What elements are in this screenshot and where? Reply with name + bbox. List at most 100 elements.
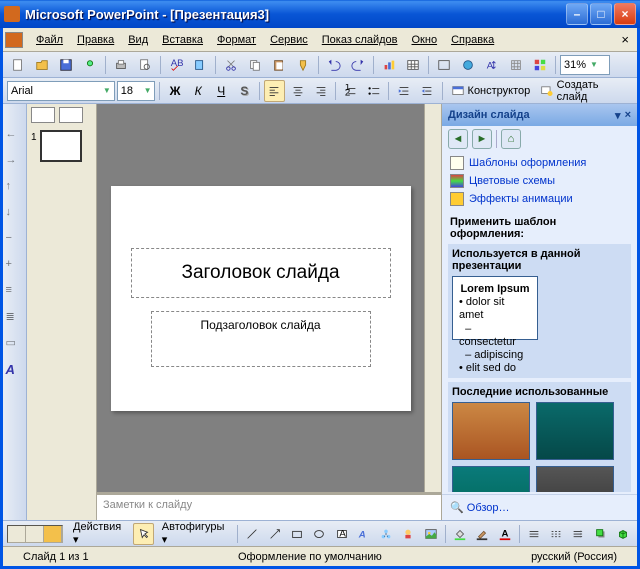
menu-slideshow[interactable]: Показ слайдов	[315, 32, 405, 48]
close-button[interactable]: ×	[614, 3, 636, 25]
promote-icon[interactable]: ←	[6, 128, 24, 146]
print-icon[interactable]	[110, 54, 132, 76]
shadow-button[interactable]: S	[234, 80, 255, 102]
line-color-icon[interactable]	[472, 523, 492, 545]
normal-view-button[interactable]	[8, 526, 26, 542]
tables-borders-icon[interactable]	[433, 54, 455, 76]
bullet-list-button[interactable]	[363, 80, 384, 102]
line-icon[interactable]	[242, 523, 262, 545]
color-icon[interactable]	[529, 54, 551, 76]
new-icon[interactable]	[7, 54, 29, 76]
expand-all-icon[interactable]: ≣	[6, 310, 24, 328]
cut-icon[interactable]	[220, 54, 242, 76]
taskpane-close-icon[interactable]: ×	[625, 109, 631, 122]
slideshow-view-button[interactable]	[44, 526, 62, 542]
save-icon[interactable]	[55, 54, 77, 76]
summary-icon[interactable]: ▭	[6, 336, 24, 354]
rectangle-icon[interactable]	[287, 523, 307, 545]
align-right-button[interactable]	[310, 80, 331, 102]
template-recent-2[interactable]	[536, 402, 614, 460]
outline-tab-icon[interactable]	[31, 107, 55, 123]
notes-pane[interactable]: Заметки к слайду	[97, 492, 441, 520]
thumbnail-slide[interactable]	[40, 130, 82, 162]
expand-icon[interactable]: +	[6, 258, 24, 276]
chart-icon[interactable]	[378, 54, 400, 76]
menu-window[interactable]: Окно	[405, 32, 445, 48]
paste-icon[interactable]	[268, 54, 290, 76]
movedown-icon[interactable]: ↓	[6, 206, 24, 224]
template-recent-1[interactable]	[452, 402, 530, 460]
menu-help[interactable]: Справка	[444, 32, 501, 48]
align-center-button[interactable]	[287, 80, 308, 102]
template-current[interactable]: Lorem Ipsum • dolor sit amet – consectet…	[452, 276, 538, 340]
arrow-icon[interactable]	[265, 523, 285, 545]
grid-icon[interactable]	[505, 54, 527, 76]
decrease-indent-button[interactable]	[416, 80, 437, 102]
increase-indent-button[interactable]	[393, 80, 414, 102]
autoshapes-menu[interactable]: Автофигуры ▾	[156, 521, 234, 546]
template-recent-4[interactable]	[536, 466, 614, 492]
zoom-combo[interactable]: 31%▼	[560, 55, 610, 75]
align-left-button[interactable]	[264, 80, 285, 102]
font-combo[interactable]: Arial▼	[7, 81, 115, 101]
expand-icon[interactable]: A	[481, 54, 503, 76]
oval-icon[interactable]	[309, 523, 329, 545]
dash-style-icon[interactable]	[546, 523, 566, 545]
maximize-button[interactable]: □	[590, 3, 612, 25]
template-recent-3[interactable]	[452, 466, 530, 492]
demote-icon[interactable]: →	[6, 154, 24, 172]
diagram-icon[interactable]	[376, 523, 396, 545]
undo-icon[interactable]	[323, 54, 345, 76]
italic-button[interactable]: К	[188, 80, 209, 102]
shadow-style-icon[interactable]	[590, 523, 610, 545]
link-anim[interactable]: Эффекты анимации	[450, 190, 629, 208]
copy-icon[interactable]	[244, 54, 266, 76]
forward-button[interactable]: ►	[472, 129, 492, 149]
vertical-scrollbar[interactable]	[424, 104, 441, 492]
home-button[interactable]: ⌂	[501, 129, 521, 149]
browse-link[interactable]: Обзор…	[467, 502, 510, 514]
3d-style-icon[interactable]	[613, 523, 633, 545]
back-button[interactable]: ◄	[448, 129, 468, 149]
underline-button[interactable]: Ч	[211, 80, 232, 102]
hyperlink-icon[interactable]	[457, 54, 479, 76]
new-slide-button[interactable]: Создать слайд	[536, 80, 633, 102]
menu-format[interactable]: Формат	[210, 32, 263, 48]
link-templates[interactable]: Шаблоны оформления	[450, 154, 629, 172]
designer-button[interactable]: Конструктор	[447, 80, 535, 102]
line-style-icon[interactable]	[524, 523, 544, 545]
thumbnail-1[interactable]: 1	[27, 126, 96, 166]
clipart-icon[interactable]	[398, 523, 418, 545]
actions-menu[interactable]: Действия ▾	[67, 521, 131, 546]
slide-canvas[interactable]: Заголовок слайда Подзаголовок слайда	[97, 104, 424, 492]
picture-icon[interactable]	[421, 523, 441, 545]
formatting-toggle-icon[interactable]: A	[6, 362, 24, 380]
research-icon[interactable]	[189, 54, 211, 76]
permission-icon[interactable]	[79, 54, 101, 76]
font-color-icon[interactable]: A	[494, 523, 514, 545]
menu-tools[interactable]: Сервис	[263, 32, 315, 48]
menu-insert[interactable]: Вставка	[155, 32, 210, 48]
link-colors[interactable]: Цветовые схемы	[450, 172, 629, 190]
moveup-icon[interactable]: ↑	[6, 180, 24, 198]
menu-edit[interactable]: Правка	[70, 32, 121, 48]
format-painter-icon[interactable]	[292, 54, 314, 76]
bold-button[interactable]: Ж	[164, 80, 185, 102]
spell-icon[interactable]: ABC	[165, 54, 187, 76]
wordart-icon[interactable]: A	[354, 523, 374, 545]
collapse-icon[interactable]: −	[6, 232, 24, 250]
minimize-button[interactable]: –	[566, 3, 588, 25]
menu-view[interactable]: Вид	[121, 32, 155, 48]
menu-file[interactable]: Файл	[29, 32, 70, 48]
taskpane-menu-icon[interactable]: ▾	[615, 109, 621, 122]
subtitle-placeholder[interactable]: Подзаголовок слайда	[151, 311, 371, 367]
title-placeholder[interactable]: Заголовок слайда	[131, 248, 391, 298]
pointer-icon[interactable]	[133, 523, 153, 545]
redo-icon[interactable]	[347, 54, 369, 76]
slides-tab-icon[interactable]	[59, 107, 83, 123]
arrow-style-icon[interactable]	[568, 523, 588, 545]
open-icon[interactable]	[31, 54, 53, 76]
preview-icon[interactable]	[134, 54, 156, 76]
sorter-view-button[interactable]	[26, 526, 44, 542]
mdi-close-button[interactable]: ×	[615, 32, 635, 47]
